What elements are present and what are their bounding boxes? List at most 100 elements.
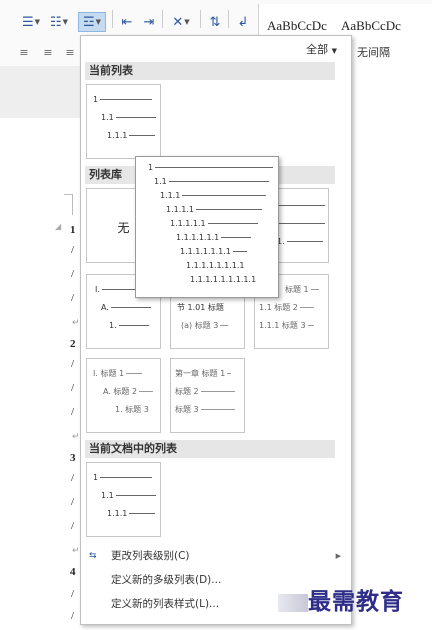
list-level-line: 1.1.1 标题 3 (259, 321, 314, 331)
doc-text-fragment: / (71, 292, 75, 304)
doc-text-fragment: / (71, 610, 75, 622)
command-label: 定义新的多级列表(D)... (111, 574, 222, 586)
chevron-down-icon: ▼ (95, 18, 102, 26)
submenu-arrow-icon: ▶ (335, 552, 341, 560)
style-nospacing-sample[interactable]: AaBbCcDc (341, 18, 401, 34)
list-tile-chapter-heading[interactable]: 第一章 标题 1 标题 2 标题 3 (170, 358, 245, 433)
list-level-line: 1 (93, 473, 153, 483)
bullet-list-icon: ☰ (21, 14, 34, 30)
doc-text-fragment: / (71, 358, 75, 370)
list-level-line: A. 标题 2 (103, 387, 154, 397)
list-level-line: 1.1 (101, 113, 156, 123)
paragraph-mark-icon: ↲ (237, 14, 249, 30)
decrease-indent-button[interactable]: ⇤ (118, 12, 136, 32)
list-level-line: 1.1.1 (107, 509, 156, 519)
doc-heading-number: 4 (70, 566, 76, 578)
align-center-button[interactable]: ≡ (40, 42, 56, 62)
preview-level-line: 1.1.1 (160, 191, 267, 201)
list-level-line: 标题 2 (175, 387, 235, 397)
preview-level-line: 1.1.1.1.1.1.1 (180, 247, 247, 257)
watermark-logo: 最需教育 (308, 588, 404, 615)
doc-text-fragment: / (71, 244, 75, 256)
list-level-line: 1.1 (101, 491, 156, 501)
filter-dropdown[interactable]: 全部 ▼ (306, 41, 337, 57)
list-level-line: (a) 标题 3 (181, 321, 229, 331)
list-level-line: 1.1 标题 2 (259, 303, 314, 313)
doc-text-fragment: / (71, 520, 75, 532)
list-level-line: 1. (277, 237, 323, 247)
toolbar-divider (112, 10, 113, 28)
list-level-line: I. 标题 1 (93, 369, 143, 379)
multilevel-list-icon: ☲ (82, 14, 95, 30)
change-level-icon: ⇆ (89, 551, 97, 561)
list-tile-current[interactable]: 1 1.1 1.1.1 (86, 84, 161, 159)
bullets-button[interactable]: ☰ ▼ (18, 12, 44, 32)
chevron-down-icon: ▼ (184, 18, 190, 26)
change-list-level-command[interactable]: ⇆ 更改列表级别(C) ▶ (85, 546, 347, 566)
collapse-triangle-icon: ◢ (55, 222, 62, 231)
increase-indent-button[interactable]: ⇥ (140, 12, 158, 32)
paragraph-mark-icon: ↵ (72, 546, 80, 556)
list-level-line: 1.1.1 (107, 131, 156, 141)
doc-heading-number: 1 (70, 224, 76, 236)
doc-text-fragment: / (71, 588, 75, 600)
chevron-down-icon: ▼ (34, 18, 41, 26)
align-center-icon: ≡ (43, 45, 53, 59)
command-label: 更改列表级别(C) (111, 550, 190, 562)
chevron-down-icon: ▼ (62, 18, 69, 26)
preview-level-line: 1.1.1.1.1.1.1.1 (186, 261, 245, 270)
paragraph-mark-icon: ↵ (72, 432, 80, 442)
multilevel-list-button[interactable]: ☲ ▼ (78, 12, 106, 32)
list-level-line: 第一章 标题 1 (175, 369, 232, 379)
doc-heading-number: 3 (70, 452, 76, 464)
list-level-line: 1 (93, 95, 153, 105)
sort-button[interactable]: ⇅ (206, 12, 224, 32)
toolbar-divider (200, 10, 201, 28)
doc-text-fragment: / (71, 268, 75, 280)
align-left-button[interactable]: ≡ (16, 42, 32, 62)
sort-icon: ⇅ (209, 14, 221, 30)
paragraph-mark-icon: ↵ (72, 318, 80, 328)
align-right-button[interactable]: ≡ (62, 42, 78, 62)
list-level-line: 1. (109, 321, 149, 331)
show-marks-button[interactable]: ↲ (234, 12, 252, 32)
command-label: 定义新的列表样式(L)... (111, 598, 220, 610)
toolbar-divider (228, 10, 229, 28)
style-normal-sample[interactable]: AaBbCcDc (267, 18, 327, 34)
page-margin (0, 66, 80, 118)
align-left-icon: ≡ (19, 45, 29, 59)
style-nospacing-label: 无间隔 (357, 46, 390, 59)
filter-label: 全部 (306, 43, 329, 56)
watermark-shade (278, 594, 308, 612)
list-preview-tooltip: 1 1.1 1.1.1 1.1.1.1 1.1.1.1.1 1.1.1.1.1.… (135, 156, 279, 298)
list-level-line: 标题 3 (175, 405, 235, 415)
numbering-button[interactable]: ☷ ▼ (46, 12, 72, 32)
list-tile-document[interactable]: 1 1.1 1.1.1 (86, 462, 161, 537)
doc-heading-number: 2 (70, 338, 76, 350)
list-tile-roman-heading[interactable]: I. 标题 1 A. 标题 2 1. 标题 3 (86, 358, 161, 433)
preview-level-line: 1.1.1.1.1.1.1.1.1 (190, 275, 257, 284)
preview-level-line: 1.1.1.1 (166, 205, 262, 215)
section-current-list: 当前列表 (85, 62, 335, 80)
list-level-line: 1. 标题 3 (115, 405, 149, 414)
preview-level-line: 1.1.1.1.1 (170, 219, 258, 229)
decrease-indent-icon: ⇤ (121, 14, 133, 30)
preview-level-line: 1.1.1.1.1.1 (176, 233, 252, 243)
align-right-icon: ≡ (65, 45, 75, 59)
preview-level-line: 1 (148, 163, 274, 173)
doc-text-fragment: / (71, 406, 75, 418)
doc-text-fragment: / (71, 496, 75, 508)
doc-text-fragment: / (71, 472, 75, 484)
list-level-line: A. (101, 303, 151, 313)
chinese-layout-button[interactable]: ✕ ▼ (168, 12, 194, 32)
list-level-line (277, 219, 325, 229)
increase-indent-icon: ⇥ (143, 14, 155, 30)
preview-level-line: 1.1 (154, 177, 269, 187)
doc-text-fragment: / (71, 382, 75, 394)
page-corner-mark (64, 194, 73, 215)
toolbar-divider (162, 10, 163, 28)
chevron-down-icon: ▼ (331, 47, 337, 55)
chinese-layout-icon: ✕ (172, 14, 184, 30)
multilevel-list-dropdown: 全部 ▼ 当前列表 1 1.1 1.1.1 列表库 无 1. I. A. 1. … (80, 35, 352, 625)
list-level-line: 节 1.01 标题 (177, 303, 224, 312)
